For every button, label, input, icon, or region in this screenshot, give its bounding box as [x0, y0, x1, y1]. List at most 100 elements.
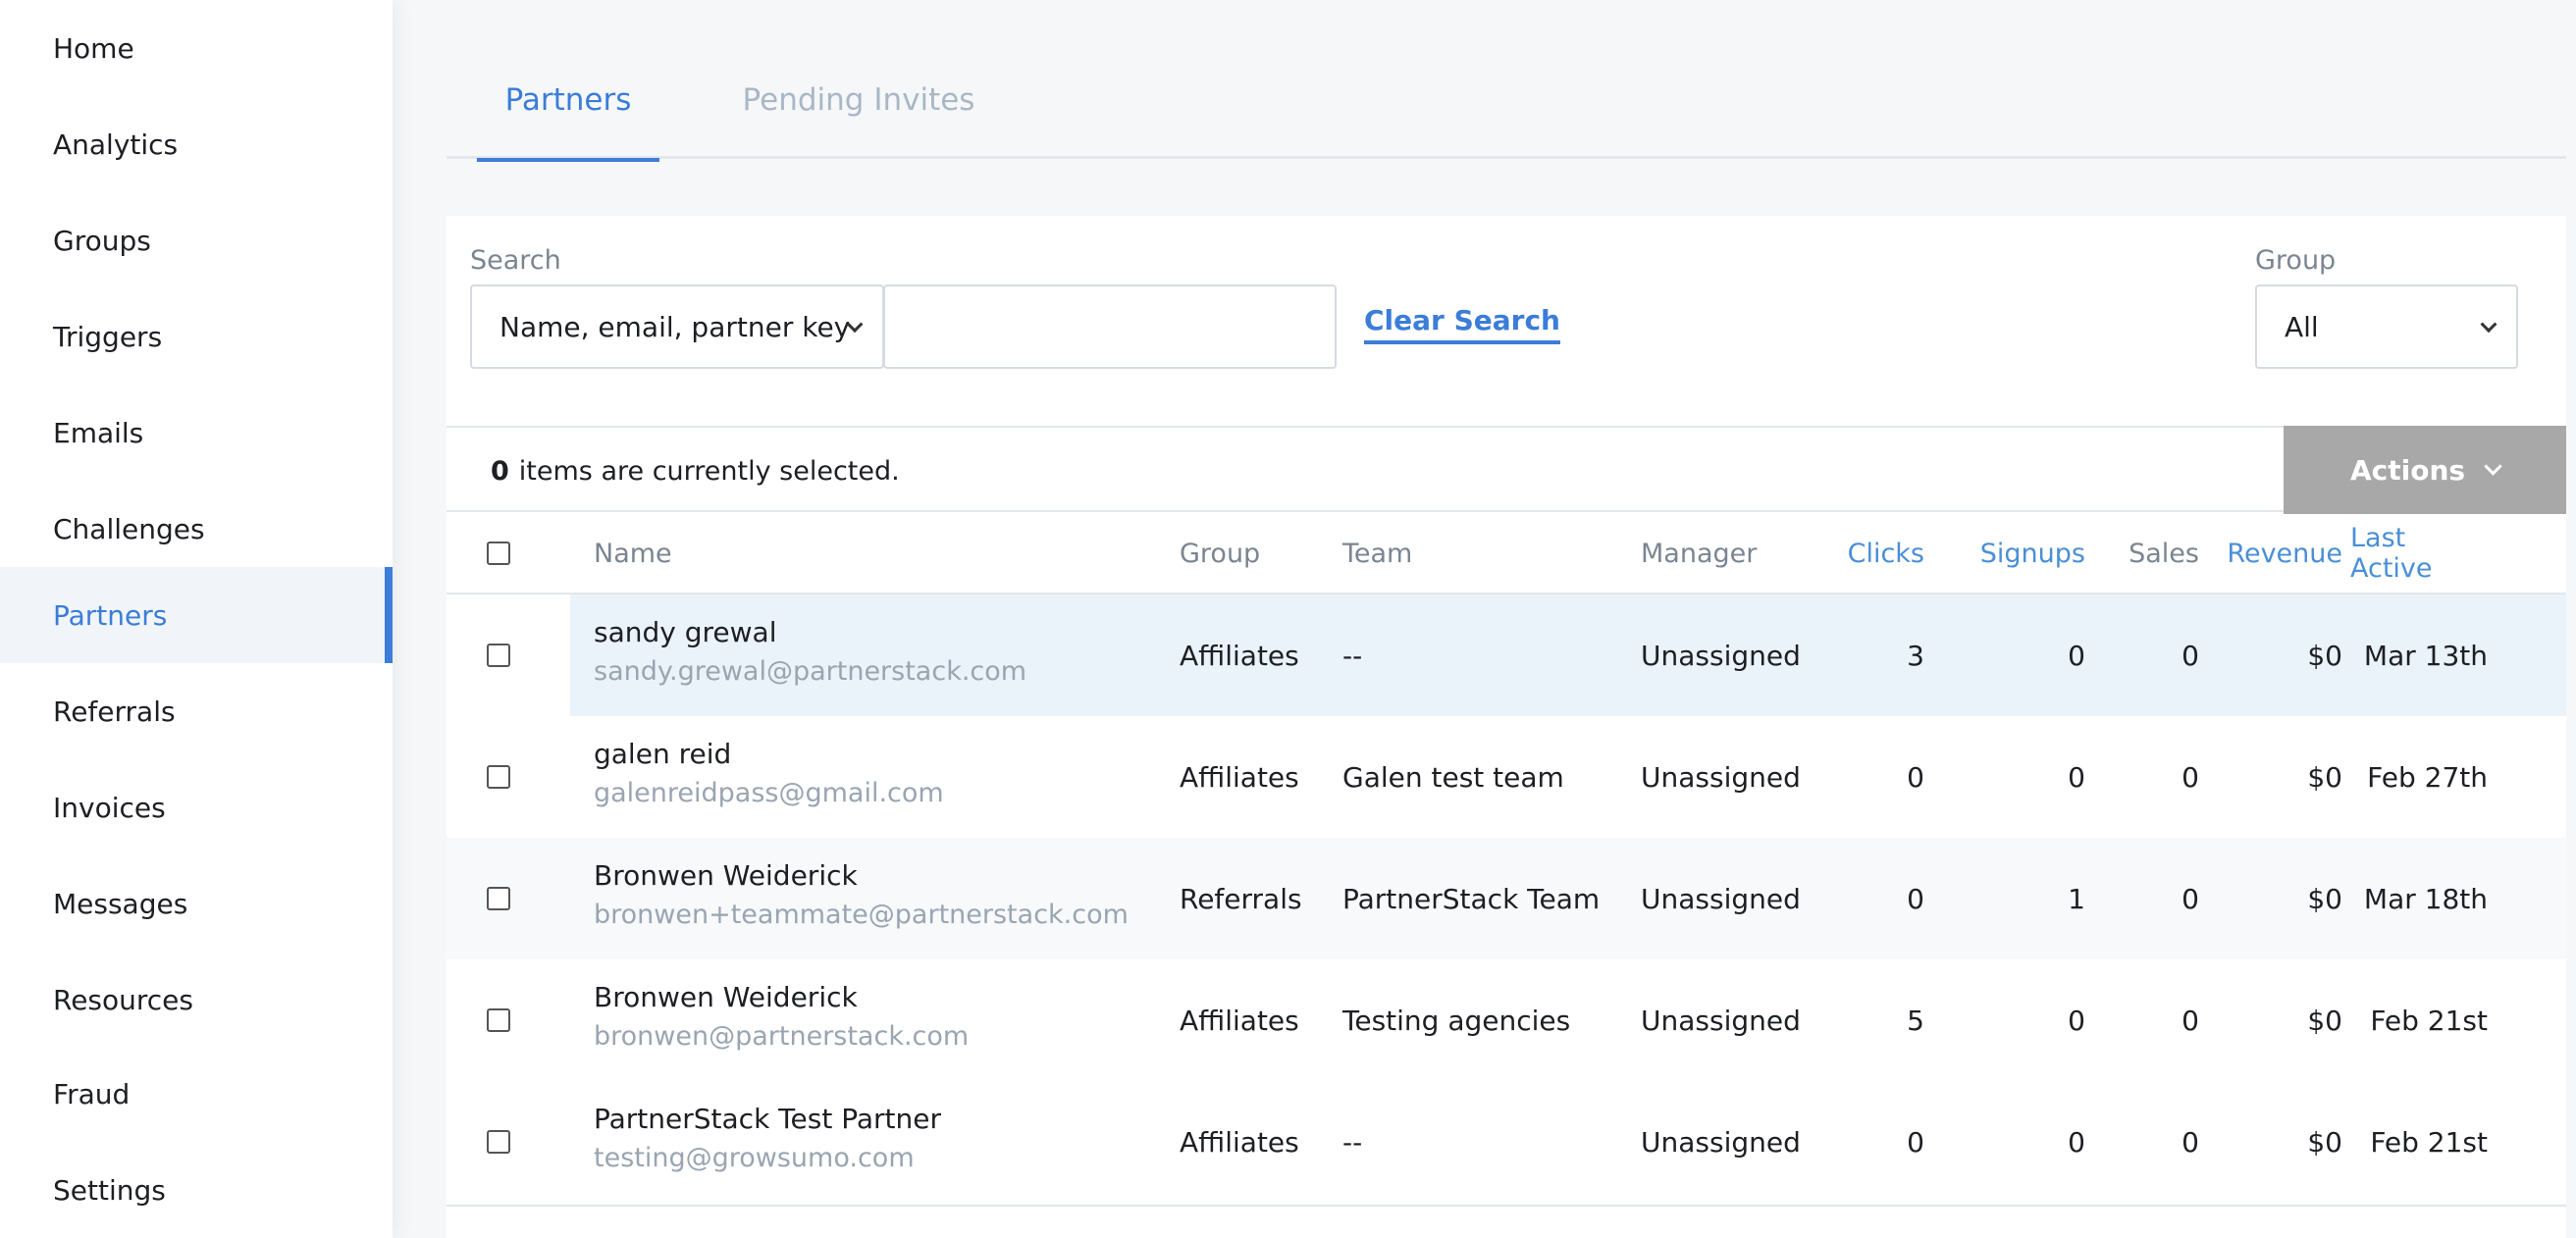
partner-name-cell: galen reid galenreidpass@gmail.com	[594, 738, 944, 808]
search-label: Search	[470, 245, 561, 276]
sidebar-item-emails[interactable]: Emails	[0, 385, 393, 481]
partner-manager: Unassigned	[1641, 1125, 1801, 1159]
partner-name: sandy grewal	[594, 616, 777, 648]
partner-sales: 0	[2182, 1125, 2199, 1159]
partner-signups: 0	[2068, 1004, 2085, 1037]
column-header-name: Name	[594, 538, 672, 569]
sidebar-item-messages[interactable]: Messages	[0, 855, 393, 952]
partner-manager: Unassigned	[1641, 760, 1801, 794]
partner-last-active: Feb 27th	[2367, 760, 2488, 794]
partner-revenue: $0	[2307, 1004, 2342, 1037]
partner-name: PartnerStack Test Partner	[594, 1103, 941, 1135]
partner-manager: Unassigned	[1641, 882, 1801, 915]
table-divider	[447, 1205, 2566, 1207]
actions-button[interactable]: Actions	[2284, 426, 2566, 514]
sidebar-item-settings[interactable]: Settings	[0, 1142, 393, 1238]
partner-group: Affiliates	[1180, 760, 1299, 794]
row-checkbox[interactable]	[487, 1130, 510, 1154]
partner-email: bronwen+teammate@partnerstack.com	[594, 900, 1129, 930]
partner-last-active: Mar 18th	[2363, 882, 2488, 915]
select-all-checkbox[interactable]	[487, 542, 510, 565]
sidebar-item-invoices[interactable]: Invoices	[0, 759, 393, 855]
sidebar-item-triggers[interactable]: Triggers	[0, 288, 393, 385]
sidebar-item-challenges[interactable]: Challenges	[0, 481, 393, 577]
column-header-manager: Manager	[1641, 538, 1758, 569]
selection-status: 0 items are currently selected.	[491, 428, 900, 514]
partner-name: galen reid	[594, 738, 732, 770]
tab-partners[interactable]: Partners	[477, 59, 659, 162]
column-header-team: Team	[1342, 538, 1413, 569]
tab-bar: Partners Pending Invites	[447, 59, 2566, 162]
search-field-value: Name, email, partner key	[499, 310, 851, 343]
partner-name-cell: Bronwen Weiderick bronwen+teammate@partn…	[594, 859, 1129, 930]
column-header-signups[interactable]: Signups	[1928, 512, 2085, 594]
partner-manager: Unassigned	[1641, 1004, 1801, 1037]
partner-name-cell: Bronwen Weiderick bronwen@partnerstack.c…	[594, 981, 969, 1052]
group-value: All	[2285, 310, 2319, 343]
partner-group: Referrals	[1180, 882, 1302, 915]
partner-group: Affiliates	[1180, 1004, 1299, 1037]
group-label: Group	[2255, 245, 2337, 276]
search-input[interactable]	[883, 284, 1337, 369]
table-row[interactable]: galen reid galenreidpass@gmail.com Affil…	[447, 716, 2566, 838]
column-header-revenue[interactable]: Revenue	[2203, 512, 2342, 594]
partner-team: Testing agencies	[1342, 1004, 1571, 1037]
clear-search-button[interactable]: Clear Search	[1364, 304, 1560, 344]
partner-sales: 0	[2182, 882, 2199, 915]
partner-email: bronwen@partnerstack.com	[594, 1021, 970, 1052]
table-row[interactable]: Bronwen Weiderick bronwen+teammate@partn…	[447, 838, 2566, 959]
partner-revenue: $0	[2307, 760, 2342, 794]
partner-team: Galen test team	[1342, 760, 1564, 794]
partner-signups: 0	[2068, 1125, 2085, 1159]
group-select[interactable]: All	[2255, 284, 2518, 369]
partner-last-active: Feb 21st	[2370, 1125, 2488, 1159]
search-field-select[interactable]: Name, email, partner key	[470, 284, 884, 369]
row-checkbox[interactable]	[487, 887, 510, 910]
sidebar-item-home[interactable]: Home	[0, 0, 393, 96]
sidebar-item-referrals[interactable]: Referrals	[0, 663, 393, 759]
column-header-last-active[interactable]: Last Active	[2350, 512, 2488, 594]
sidebar-item-partners[interactable]: Partners	[0, 567, 393, 663]
partner-email: testing@growsumo.com	[594, 1143, 915, 1173]
partner-revenue: $0	[2307, 882, 2342, 915]
sidebar-item-groups[interactable]: Groups	[0, 192, 393, 288]
table-row[interactable]: sandy grewal sandy.grewal@partnerstack.c…	[447, 594, 2566, 716]
partners-card: Search Name, email, partner key Clear Se…	[447, 216, 2566, 1238]
partner-sales: 0	[2182, 760, 2199, 794]
partner-manager: Unassigned	[1641, 639, 1801, 672]
partner-last-active: Mar 13th	[2363, 639, 2488, 672]
row-checkbox[interactable]	[487, 644, 510, 667]
partner-name: Bronwen Weiderick	[594, 859, 858, 892]
partner-email: sandy.grewal@partnerstack.com	[594, 656, 1027, 687]
sidebar-item-resources[interactable]: Resources	[0, 952, 393, 1048]
partner-clicks: 0	[1907, 760, 1924, 794]
table-row[interactable]: Bronwen Weiderick bronwen@partnerstack.c…	[447, 959, 2566, 1081]
partner-team: --	[1342, 639, 1363, 672]
partner-last-active: Feb 21st	[2370, 1004, 2488, 1037]
partner-group: Affiliates	[1180, 639, 1299, 672]
partner-clicks: 0	[1907, 882, 1924, 915]
partner-email: galenreidpass@gmail.com	[594, 778, 944, 808]
selection-text: items are currently selected.	[518, 455, 900, 487]
partner-signups: 1	[2068, 882, 2085, 915]
partner-name-cell: PartnerStack Test Partner testing@growsu…	[594, 1103, 941, 1173]
partner-group: Affiliates	[1180, 1125, 1299, 1159]
column-header-clicks[interactable]: Clicks	[1820, 512, 1924, 594]
table-header: Name Group Team Manager Clicks Signups S…	[447, 512, 2566, 594]
actions-label: Actions	[2349, 453, 2466, 487]
partner-team: PartnerStack Team	[1342, 882, 1601, 915]
partner-name-cell: sandy grewal sandy.grewal@partnerstack.c…	[594, 616, 1026, 687]
sidebar-item-fraud[interactable]: Fraud	[0, 1046, 393, 1142]
partner-clicks: 3	[1907, 639, 1924, 672]
partner-team: --	[1342, 1125, 1363, 1159]
row-checkbox[interactable]	[487, 765, 510, 789]
sidebar: Home Analytics Groups Triggers Emails Ch…	[0, 0, 393, 1238]
selection-bar: 0 items are currently selected. Actions	[447, 426, 2566, 514]
partner-clicks: 0	[1907, 1125, 1924, 1159]
row-checkbox[interactable]	[487, 1008, 510, 1032]
tab-pending-invites[interactable]: Pending Invites	[731, 59, 986, 159]
selected-count: 0	[491, 455, 509, 487]
column-header-group: Group	[1180, 538, 1261, 569]
table-row[interactable]: PartnerStack Test Partner testing@growsu…	[447, 1081, 2566, 1203]
sidebar-item-analytics[interactable]: Analytics	[0, 96, 393, 192]
